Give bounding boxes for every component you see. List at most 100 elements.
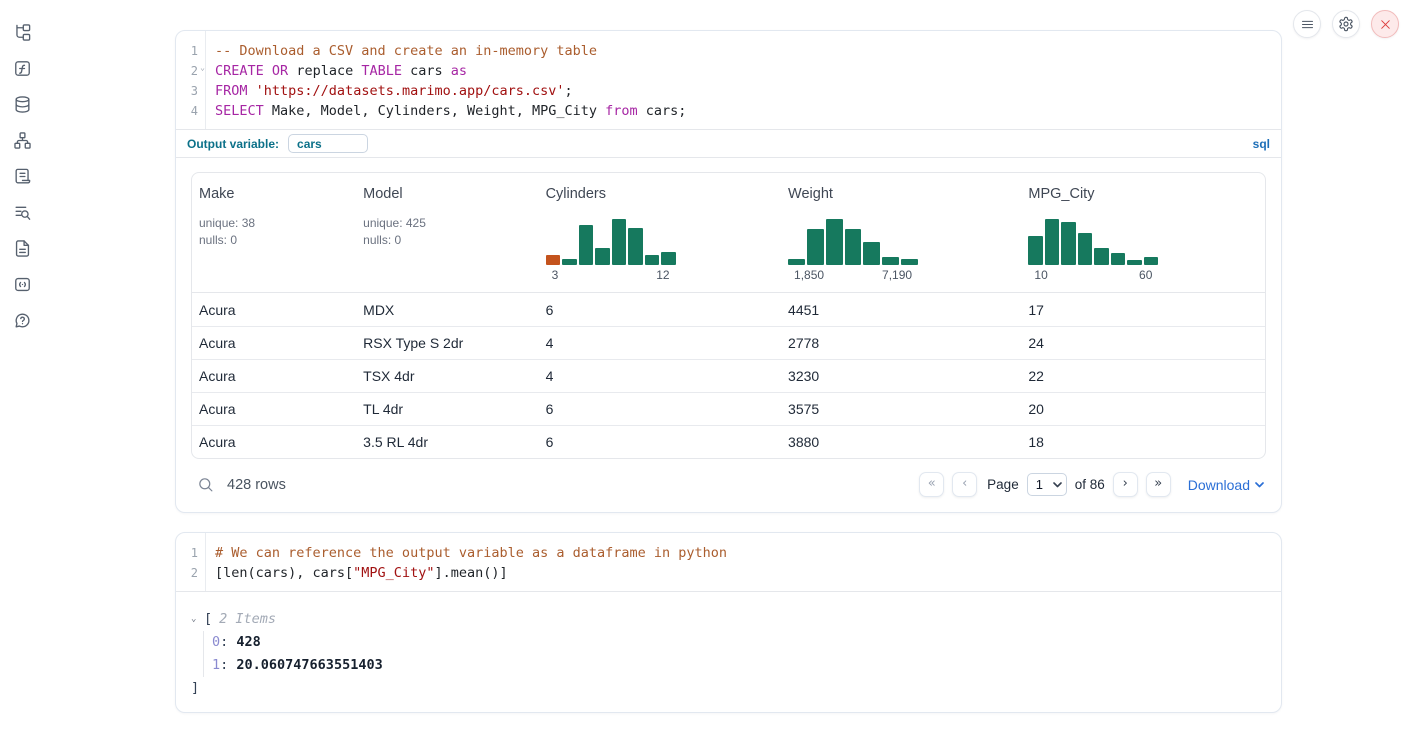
- column-header-make[interactable]: Make unique: 38nulls: 0: [192, 186, 356, 282]
- histogram-bar: [1028, 236, 1043, 265]
- language-badge[interactable]: sql: [1253, 137, 1270, 151]
- code-line: SELECT Make, Model, Cylinders, Weight, M…: [215, 101, 1281, 121]
- table-cell: 3575: [781, 401, 1021, 417]
- entry-key: 0: [212, 634, 220, 650]
- sidebar-item-file-explorer[interactable]: [8, 18, 36, 46]
- output-variable-input[interactable]: [288, 134, 368, 153]
- histogram-axis-labels: 312: [546, 268, 676, 282]
- sidebar-item-variables[interactable]: [8, 54, 36, 82]
- table-cell: TL 4dr: [356, 401, 538, 417]
- table-cell: 6: [539, 434, 781, 450]
- line-number: 3: [176, 81, 198, 101]
- sidebar-item-snippets[interactable]: [8, 270, 36, 298]
- histogram-bar: [788, 259, 805, 265]
- histogram-bar: [1144, 257, 1159, 265]
- python-output: ⌄ [ 2 Items 0: 4281: 20.060747663551403 …: [176, 591, 1281, 712]
- histogram-axis-labels: 1,8507,190: [788, 268, 918, 282]
- python-cell: 12 # We can reference the output variabl…: [175, 532, 1282, 713]
- histogram-bar: [826, 219, 843, 265]
- code-content: # We can reference the output variable a…: [206, 533, 1281, 591]
- page-select[interactable]: 1: [1027, 473, 1067, 496]
- first-page-button[interactable]: «: [919, 472, 944, 497]
- gear-icon: [1338, 16, 1354, 32]
- column-label: Weight: [788, 186, 1021, 202]
- entry-value: 20.060747663551403: [236, 657, 382, 673]
- line-number-gutter: 12: [176, 533, 206, 591]
- histogram-bar: [595, 248, 610, 265]
- page-label: Page: [987, 477, 1019, 492]
- sidebar-item-dependency-graph[interactable]: [8, 126, 36, 154]
- log-search-icon: [13, 203, 32, 222]
- table-row[interactable]: AcuraRSX Type S 2dr4277824: [192, 326, 1265, 359]
- python-code-editor[interactable]: 12 # We can reference the output variabl…: [176, 533, 1281, 591]
- code-content: -- Download a CSV and create an in-memor…: [206, 31, 1281, 129]
- sidebar-item-logs[interactable]: [8, 198, 36, 226]
- output-variable-label: Output variable:: [187, 137, 279, 151]
- search-button[interactable]: [197, 476, 214, 493]
- histogram-bar: [562, 259, 577, 265]
- column-header-model[interactable]: Modelunique: 425nulls: 0: [356, 186, 538, 282]
- table-output-section: Make unique: 38nulls: 0Modelunique: 425nu…: [176, 157, 1281, 512]
- sql-cell: 12⌄34 -- Download a CSV and create an in…: [175, 30, 1282, 513]
- notebook: 12⌄34 -- Download a CSV and create an in…: [175, 30, 1282, 713]
- histogram-bar: [579, 225, 594, 265]
- table-row[interactable]: AcuraTSX 4dr4323022: [192, 359, 1265, 392]
- column-label: MPG_City: [1028, 186, 1265, 202]
- column-header-cylinders[interactable]: Cylinders312: [539, 186, 781, 282]
- column-label: Model: [363, 186, 538, 202]
- table-cell: 6: [539, 302, 781, 318]
- tree-entries: 0: 4281: 20.060747663551403: [203, 631, 1266, 677]
- last-page-button[interactable]: »: [1146, 472, 1171, 497]
- tree-entry: 1: 20.060747663551403: [212, 654, 1266, 677]
- table-body: AcuraMDX6445117AcuraRSX Type S 2dr427782…: [192, 293, 1265, 458]
- fold-chevron-icon[interactable]: ⌄: [200, 64, 205, 72]
- tree-collapse-chevron-icon[interactable]: ⌄: [191, 614, 204, 624]
- table-header-row: Make unique: 38nulls: 0Modelunique: 425nu…: [192, 173, 1265, 293]
- line-number: 2⌄: [176, 61, 198, 81]
- download-button[interactable]: Download: [1188, 477, 1264, 493]
- table-cell: 22: [1021, 368, 1265, 384]
- table-cell: 4: [539, 368, 781, 384]
- histogram-bar: [1078, 233, 1093, 265]
- sql-code-editor[interactable]: 12⌄34 -- Download a CSV and create an in…: [176, 31, 1281, 129]
- tree-root-line: ⌄ [ 2 Items: [191, 608, 1266, 630]
- table-cell: 17: [1021, 302, 1265, 318]
- menu-button[interactable]: [1293, 10, 1321, 38]
- sidebar-item-scratchpad[interactable]: [8, 162, 36, 190]
- table-cell: Acura: [192, 335, 356, 351]
- column-label: Make: [199, 186, 356, 202]
- column-stats: unique: 38nulls: 0: [199, 215, 356, 249]
- table-cell: MDX: [356, 302, 538, 318]
- open-bracket: [: [204, 611, 212, 627]
- code-line: CREATE OR replace TABLE cars as: [215, 61, 1281, 81]
- table-row[interactable]: Acura3.5 RL 4dr6388018: [192, 425, 1265, 458]
- entry-value: 428: [236, 634, 260, 650]
- histogram-bar: [882, 257, 899, 265]
- prev-page-button[interactable]: ‹: [952, 472, 977, 497]
- column-header-mpg_city[interactable]: MPG_City1060: [1021, 186, 1265, 282]
- histogram-bar: [661, 252, 676, 265]
- next-page-button[interactable]: ›: [1113, 472, 1138, 497]
- sidebar-item-documentation[interactable]: [8, 234, 36, 262]
- table-cell: 20: [1021, 401, 1265, 417]
- data-table: Make unique: 38nulls: 0Modelunique: 425nu…: [191, 172, 1266, 459]
- column-header-weight[interactable]: Weight 1,8507,190: [781, 186, 1021, 282]
- table-cell: TSX 4dr: [356, 368, 538, 384]
- topbar: [1293, 10, 1399, 38]
- table-row[interactable]: AcuraTL 4dr6357520: [192, 392, 1265, 425]
- row-count: 428 rows: [227, 477, 286, 493]
- table-cell: 3230: [781, 368, 1021, 384]
- shutdown-button[interactable]: [1371, 10, 1399, 38]
- table-cell: 3880: [781, 434, 1021, 450]
- close-bracket: ]: [191, 677, 1266, 699]
- line-number: 1: [176, 41, 198, 61]
- settings-button[interactable]: [1332, 10, 1360, 38]
- table-cell: RSX Type S 2dr: [356, 335, 538, 351]
- histogram-bar: [612, 219, 627, 265]
- code-snippet-icon: [13, 275, 32, 294]
- sidebar-item-help[interactable]: [8, 306, 36, 334]
- sidebar-item-data-sources[interactable]: [8, 90, 36, 118]
- pagination: « ‹ Page 1 of 86 › »: [919, 472, 1171, 497]
- table-cell: 24: [1021, 335, 1265, 351]
- table-row[interactable]: AcuraMDX6445117: [192, 293, 1265, 326]
